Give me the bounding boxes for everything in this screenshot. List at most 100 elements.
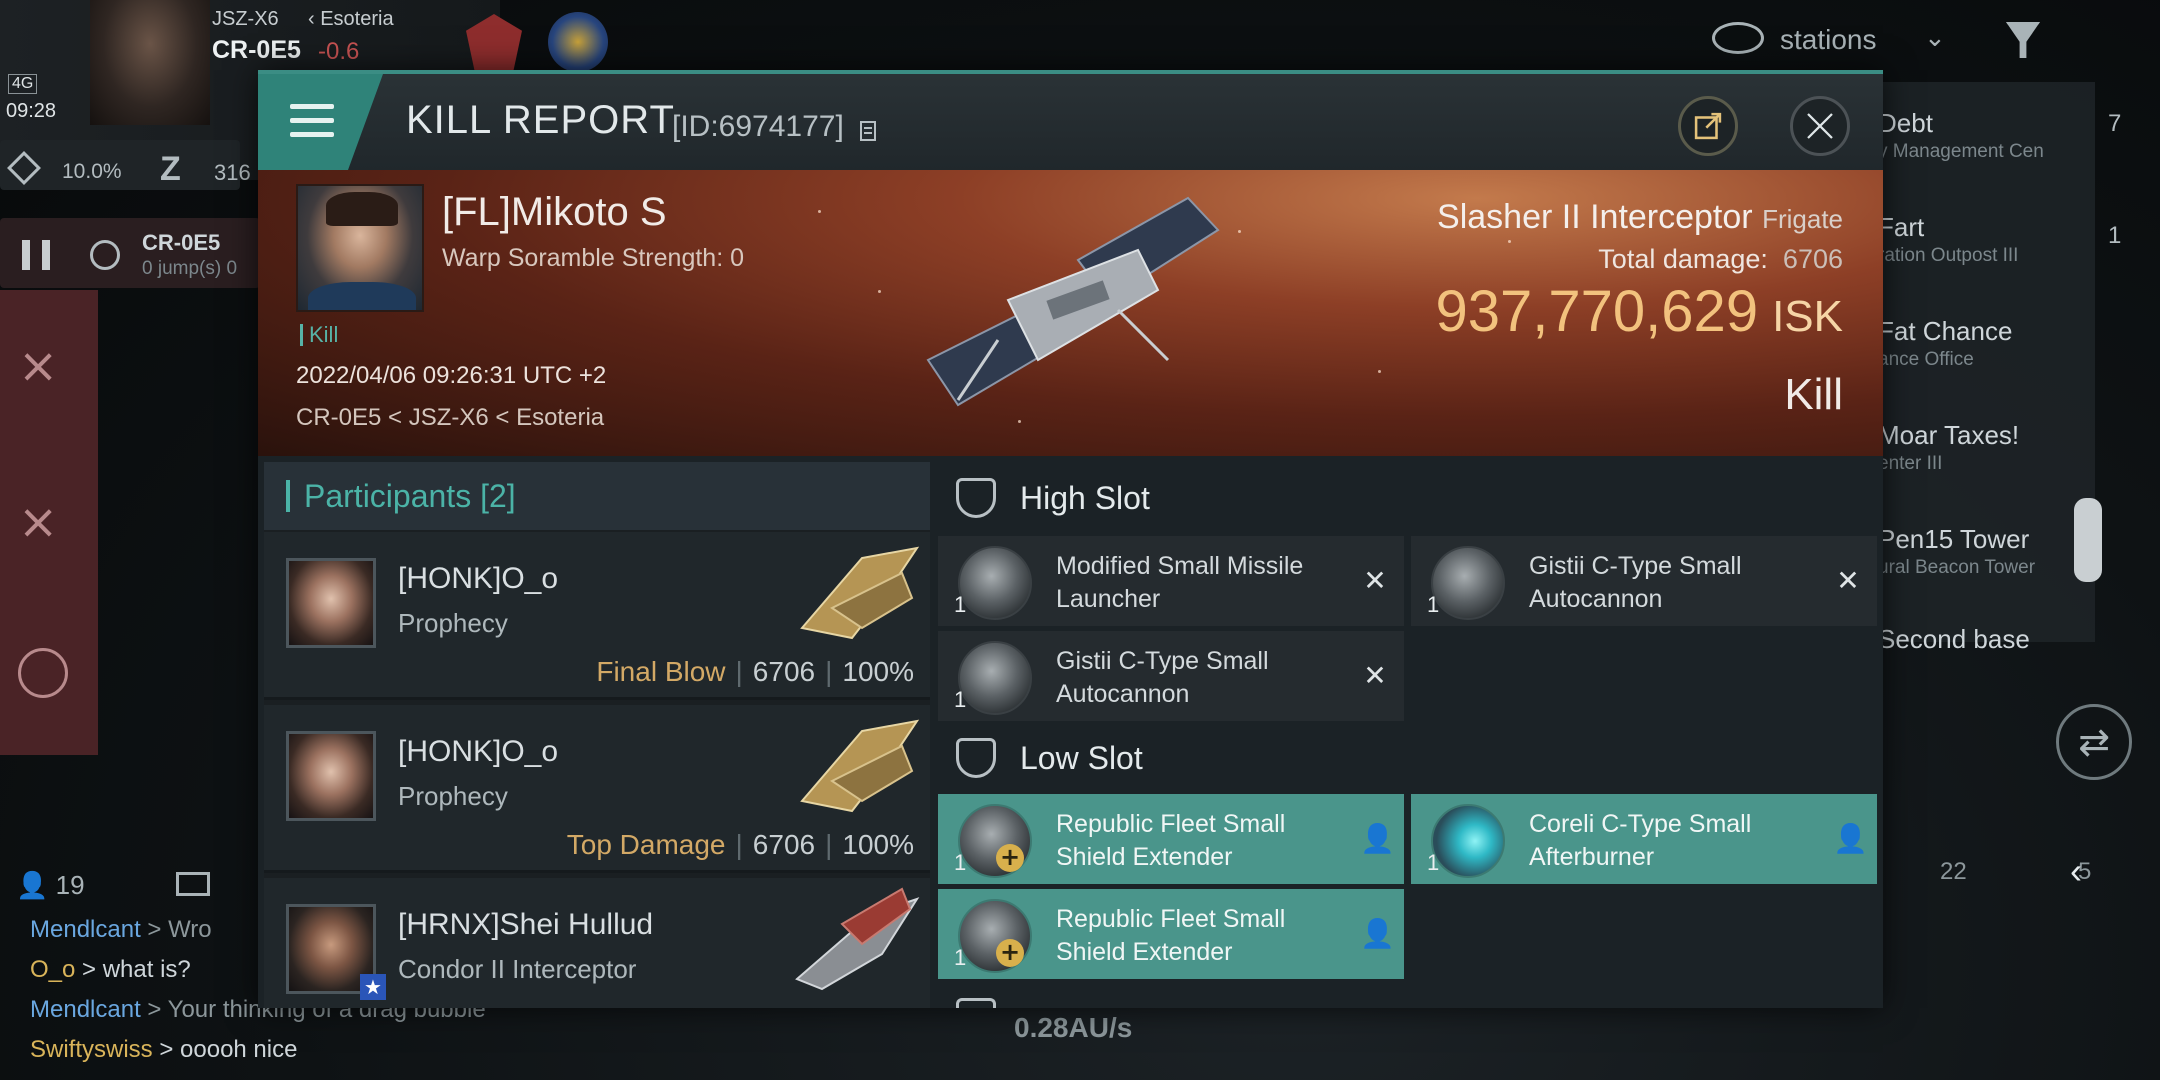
left-action-strip: × × [0, 290, 98, 755]
filter-icon[interactable] [2006, 22, 2040, 58]
ticker-number: 316 [214, 160, 251, 185]
scrollbar[interactable] [2074, 498, 2102, 582]
participant-name: [HONK]O_o [398, 735, 559, 768]
swap-icon[interactable]: ⇄ [2056, 704, 2132, 780]
menu-icon-bar [290, 132, 334, 137]
high-slot-label: High Slot [1020, 480, 1150, 516]
overview-item[interactable]: Second base [1878, 624, 2030, 655]
participants-label: Participants [304, 478, 472, 514]
victim-portrait[interactable] [296, 184, 424, 312]
afterburner-icon [1431, 804, 1505, 878]
total-damage: Total damage: 6706 [1598, 244, 1843, 274]
chat-message: Swiftyswiss > ooooh nice [30, 1036, 298, 1063]
module-item[interactable]: + 1 Republic Fleet Small Shield Extender… [938, 794, 1404, 884]
victim-banner: [FL]Mikoto S Warp Soramble Strength: 0 K… [258, 170, 1883, 456]
module-item[interactable]: 1 Modified Small Missile Launcher ✕ [938, 536, 1404, 626]
module-quantity: 1 [1427, 850, 1440, 875]
copy-icon[interactable] [860, 118, 880, 142]
participant-ship: Prophecy [398, 608, 508, 638]
victim-ship-image[interactable] [918, 190, 1258, 420]
participant-row[interactable]: [HONK]O_o Prophecy Top Damage | 6706 | 100% [264, 705, 930, 873]
victim-name[interactable]: [FL]Mikoto S [442, 190, 667, 235]
module-quantity: 1 [1427, 592, 1440, 617]
mid-slot-header [938, 992, 1883, 1008]
share-icon [1694, 112, 1722, 140]
corp-ticker: JSZ-X6 [212, 8, 279, 30]
participant-name: [HRNX]Shei Hullud [398, 908, 654, 941]
kill-result: Kill [1784, 370, 1843, 419]
corp-logo-icon[interactable] [466, 14, 522, 70]
chevron-left-icon[interactable]: ‹ [2070, 850, 2082, 892]
module-item[interactable]: 1 Coreli C-Type Small Afterburner 👤 [1411, 794, 1877, 884]
participant-row[interactable]: ★ [HRNX]Shei Hullud Condor II Intercepto… [264, 878, 930, 1008]
side-count: 1 [2108, 222, 2122, 249]
high-slot-icon [956, 478, 996, 518]
kill-datetime: 2022/04/06 09:26:31 UTC +2 [296, 362, 607, 389]
overview-item[interactable]: Moar Taxes! enter III [1878, 420, 2019, 475]
person-icon: 👤 [1833, 822, 1868, 855]
overview-item[interactable]: Fat Chance ance Office [1878, 316, 2012, 371]
close-icon[interactable]: × [18, 342, 58, 390]
destroyed-icon: ✕ [1836, 564, 1860, 597]
star-icon: ★ [360, 974, 386, 1000]
menu-icon [290, 104, 334, 109]
participant-ship-image [795, 887, 920, 991]
alliance-logo-icon[interactable] [548, 12, 608, 72]
close-icon[interactable]: × [18, 498, 58, 546]
fitting-panel[interactable]: High Slot 1 Modified Small Missile Launc… [938, 462, 1883, 1008]
close-button[interactable] [1790, 96, 1850, 156]
low-slot-icon [956, 738, 996, 778]
kill-report-dialog: KILL REPORT [ID:6974177] [FL]Mikoto S Wa… [258, 70, 1883, 1008]
target-icon[interactable] [18, 648, 68, 698]
ship-speed: 0.28AU/s [1014, 1012, 1133, 1043]
system-name[interactable]: CR-0E5 [212, 36, 301, 65]
destroyed-icon: ✕ [1363, 659, 1387, 692]
menu-button[interactable] [258, 74, 383, 170]
kill-location[interactable]: CR-0E5 < JSZ-X6 < Esoteria [296, 404, 604, 432]
person-icon: 👤 [1360, 917, 1395, 950]
isk-value: 937,770,629 ISK [1435, 279, 1843, 344]
local-count[interactable]: 👤 19 [16, 870, 85, 901]
chevron-down-icon[interactable]: ⌄ [1924, 22, 1946, 53]
network-indicator: 4G [8, 74, 38, 94]
overview-list[interactable]: Debt y Management Cen Fart ration Outpost … [1860, 82, 2095, 654]
system-security: -0.6 [318, 38, 360, 65]
participant-ship-image [800, 719, 920, 813]
module-count: 22 [1940, 858, 1967, 885]
pause-icon[interactable] [22, 240, 50, 270]
destroyed-icon: ✕ [1363, 564, 1387, 597]
victim-ship-name[interactable]: Slasher II Interceptor Frigate [1437, 198, 1843, 237]
module-item[interactable]: + 1 Republic Fleet Small Shield Extender… [938, 889, 1404, 979]
autocannon-icon [958, 641, 1032, 715]
overview-item[interactable]: Pen15 Tower ural Beacon Tower [1878, 524, 2035, 579]
avatar[interactable] [286, 731, 376, 821]
missile-launcher-icon [958, 546, 1032, 620]
participant-row[interactable]: [HONK]O_o Prophecy Final Blow | 6706 | 100% [264, 532, 930, 700]
overview-item[interactable]: Fart ration Outpost III [1878, 212, 2018, 267]
route-system: CR-0E5 [142, 230, 221, 255]
eye-icon[interactable] [1712, 22, 1764, 54]
side-count: 7 [2108, 110, 2122, 137]
module-item[interactable]: 1 Gistii C-Type Small Autocannon ✕ [938, 631, 1404, 721]
participants-panel[interactable]: Participants [2] [HONK]O_o Prophecy Fina… [264, 462, 930, 1008]
dialog-title: KILL REPORT [406, 98, 675, 142]
route-icon [90, 240, 120, 270]
clock: 09:28 [6, 100, 57, 122]
module-name: Republic Fleet Small Shield Extender [1056, 905, 1286, 966]
participant-stats: Final Blow | 6706 | 100% [596, 656, 914, 687]
module-item[interactable]: 1 Gistii C-Type Small Autocannon ✕ [1411, 536, 1877, 626]
dialog-titlebar: KILL REPORT [ID:6974177] [258, 74, 1883, 170]
report-id: [ID:6974177] [672, 110, 844, 143]
avatar[interactable] [286, 558, 376, 648]
chat-message: Mendlcant > Wro [30, 916, 212, 943]
shield-extender-icon [958, 804, 1032, 878]
overview-filter[interactable]: stations [1780, 24, 1877, 56]
ticker-z: Z [160, 150, 181, 188]
mail-icon[interactable] [176, 872, 210, 896]
pilot-portrait[interactable] [90, 0, 210, 125]
module-name: Republic Fleet Small Shield Extender [1056, 810, 1286, 871]
overview-item[interactable]: Debt y Management Cen [1878, 108, 2044, 163]
participant-ship: Condor II Interceptor [398, 954, 637, 984]
participant-stats: Top Damage | 6706 | 100% [566, 829, 914, 860]
share-button[interactable] [1678, 96, 1738, 156]
